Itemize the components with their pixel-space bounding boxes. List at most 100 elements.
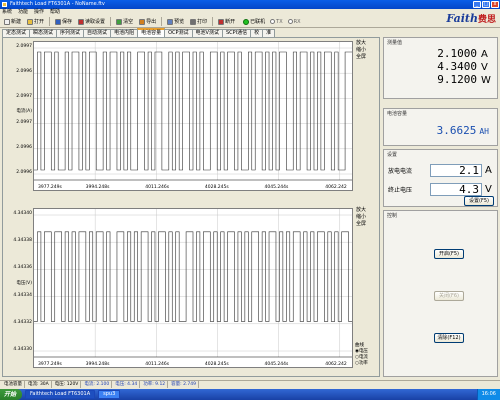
x-tick-label: 4045.244s [264, 184, 288, 190]
tab-5[interactable]: 电池容量 [137, 28, 166, 37]
radio-label: TX [276, 18, 283, 25]
x-tick-label: 4011.246s [145, 184, 169, 190]
x-tick-label: 3994.248s [86, 184, 110, 190]
toolbar-button-2[interactable]: 保存 [53, 17, 74, 27]
zoom-in-option[interactable]: 放大 [356, 207, 366, 214]
fullscreen-option[interactable]: 全屏 [356, 221, 366, 228]
system-clock: 16:06 [476, 389, 500, 400]
taskbar-item-spu3[interactable]: spu3 [98, 390, 121, 399]
disconnect-icon [218, 18, 225, 25]
app-window: Faithtech Load FT6301A - NoName.ftv _ □ … [0, 0, 500, 400]
y-tick-label: 4.34338 [13, 238, 32, 244]
x-tick-label: 3977.249s [38, 361, 62, 367]
window-title: Faithtech Load FT6301A - NoName.ftv [10, 1, 105, 7]
status-lamp-icon [243, 18, 250, 25]
toolbar-separator [110, 17, 112, 26]
connection-status-label: 已联机 [250, 19, 266, 25]
voltage-plot[interactable]: 3977.249s 3994.248s 4011.246s 4028.245s 4045… [33, 208, 353, 368]
x-tick-label: 4062.242 [325, 361, 347, 367]
title-bar: Faithtech Load FT6301A - NoName.ftv _ □ … [0, 0, 500, 9]
status-field: 电压: 4.34 [113, 381, 141, 388]
x-tick-label: 4045.244s [264, 361, 288, 367]
y-tick-label: 4.34340 [13, 211, 32, 216]
discharge-current-input[interactable]: 2.1 [430, 163, 482, 177]
set-button[interactable]: 设置(F5) [464, 196, 494, 206]
y-tick-label: 2.0997 [16, 94, 32, 100]
radio-rx[interactable]: RX [287, 18, 301, 25]
start-button-os[interactable]: 开始 [0, 389, 23, 400]
curve-option-power[interactable]: ○功率 [355, 361, 368, 367]
y-tick-label: 4.34332 [13, 319, 32, 325]
minimize-button[interactable]: _ [473, 1, 481, 8]
current-plot-svg: 3977.249s 3994.248s 4011.246s 4028.245s 4045… [34, 42, 352, 190]
clear-button[interactable]: 清除(F12) [434, 333, 464, 343]
open-folder-icon [27, 18, 34, 25]
current-signal-line [34, 51, 352, 171]
zoom-out-option[interactable]: 缩小 [356, 214, 366, 221]
maximize-button[interactable]: □ [482, 1, 490, 8]
menu-system[interactable]: 系统 [2, 9, 12, 16]
voltage-plot-svg: 3977.249s 3994.248s 4011.246s 4028.245s 4045… [34, 209, 352, 367]
app-icon [2, 2, 7, 7]
toolbar-button-label: 读取设置 [85, 19, 106, 25]
y-tick-label: 4.34334 [13, 292, 32, 298]
x-tick-label: 4028.245s [205, 361, 229, 367]
menu-function[interactable]: 功能 [18, 9, 28, 16]
right-panel: 测量值 2.1000 A 4.3400 V 9.1200 W 电池容量 3.6625 A… [383, 37, 498, 377]
stop-button[interactable]: 关闭(F6) [434, 291, 464, 301]
preview-icon [167, 18, 174, 25]
toolbar-button-7[interactable]: 打印 [188, 17, 209, 27]
toolbar-button-label: 打开 [34, 19, 45, 25]
taskbar-item-app[interactable]: Faithtech Load FT6301A [25, 390, 96, 399]
menu-help[interactable]: 帮助 [50, 9, 60, 16]
toolbar-button-4[interactable]: 清空 [114, 17, 135, 27]
toolbar-button-8[interactable]: 断开 [216, 17, 237, 27]
cutoff-voltage-input[interactable]: 4.3 [430, 182, 482, 196]
menu-operate[interactable]: 操作 [34, 9, 44, 16]
tab-4[interactable]: 电池内阻 [110, 29, 139, 37]
tab-6[interactable]: OCP测试 [164, 29, 193, 37]
toolbar-separator [212, 17, 214, 26]
toolbar-button-label: 断开 [225, 19, 236, 25]
brand-logo: Faith费思 [446, 12, 496, 25]
y-axis-label: 电流(A) [4, 108, 32, 114]
y-tick-label: 2.0997 [16, 119, 32, 125]
toolbar-button-1[interactable]: 打开 [25, 17, 46, 27]
start-button[interactable]: 开启(F5) [434, 249, 464, 259]
radio-tx[interactable]: TX [270, 18, 283, 25]
fullscreen-option[interactable]: 全屏 [356, 54, 366, 61]
toolbar-button-label: 打印 [197, 19, 208, 25]
toolbar-button-label: 新建 [11, 19, 22, 25]
status-field: 电流: 30A [26, 381, 52, 388]
settings-title: 设置 [387, 152, 398, 158]
toolbar: 新建 打开 保存 读取设置 清空 导出 预览 打印 断开 已联机 TX RX [0, 16, 500, 28]
x-tick-label: 4011.246s [145, 361, 169, 367]
tab-1[interactable]: 瞬态测试 [29, 29, 58, 37]
status-field: 功率: 9.12 [141, 381, 169, 388]
zoom-in-option[interactable]: 放大 [356, 40, 366, 47]
voltage-plot-options: 放大 缩小 全屏 [356, 207, 366, 228]
tab-strip: 定态测试 瞬态测试 序列测试 自动测试 电池内阻 电池容量 OCP测试 电池V测试 SCPI通信… [2, 28, 380, 37]
tab-7[interactable]: 电池V测试 [191, 29, 223, 37]
current-readout: 2.1000 A [437, 47, 488, 60]
x-tick-label: 3994.248s [86, 361, 110, 367]
tab-10[interactable]: 准 [262, 29, 276, 37]
toolbar-button-5[interactable]: 导出 [137, 17, 158, 27]
tab-2[interactable]: 序列测试 [56, 29, 85, 37]
menu-bar: 系统 功能 操作 帮助 [0, 9, 500, 16]
toolbar-button-label: 保存 [62, 19, 73, 25]
close-button[interactable]: x [491, 1, 499, 8]
toolbar-button-6[interactable]: 预览 [165, 17, 186, 27]
tab-0[interactable]: 定态测试 [2, 29, 31, 37]
toolbar-button-0[interactable]: 新建 [2, 17, 23, 27]
tab-8[interactable]: SCPI通信 [221, 29, 252, 37]
toolbar-button-3[interactable]: 读取设置 [76, 17, 107, 27]
current-plot[interactable]: 3977.249s 3994.248s 4011.246s 4028.245s 4045… [33, 41, 353, 191]
radio-dot-icon [287, 19, 293, 24]
radio-label: RX [293, 18, 301, 25]
measurement-title: 测量值 [387, 40, 403, 46]
cutoff-voltage-label: 终止电压 [388, 186, 413, 194]
zoom-out-option[interactable]: 缩小 [356, 47, 366, 54]
status-field: 电池容量 [2, 381, 25, 388]
tab-3[interactable]: 自动测试 [83, 29, 112, 37]
